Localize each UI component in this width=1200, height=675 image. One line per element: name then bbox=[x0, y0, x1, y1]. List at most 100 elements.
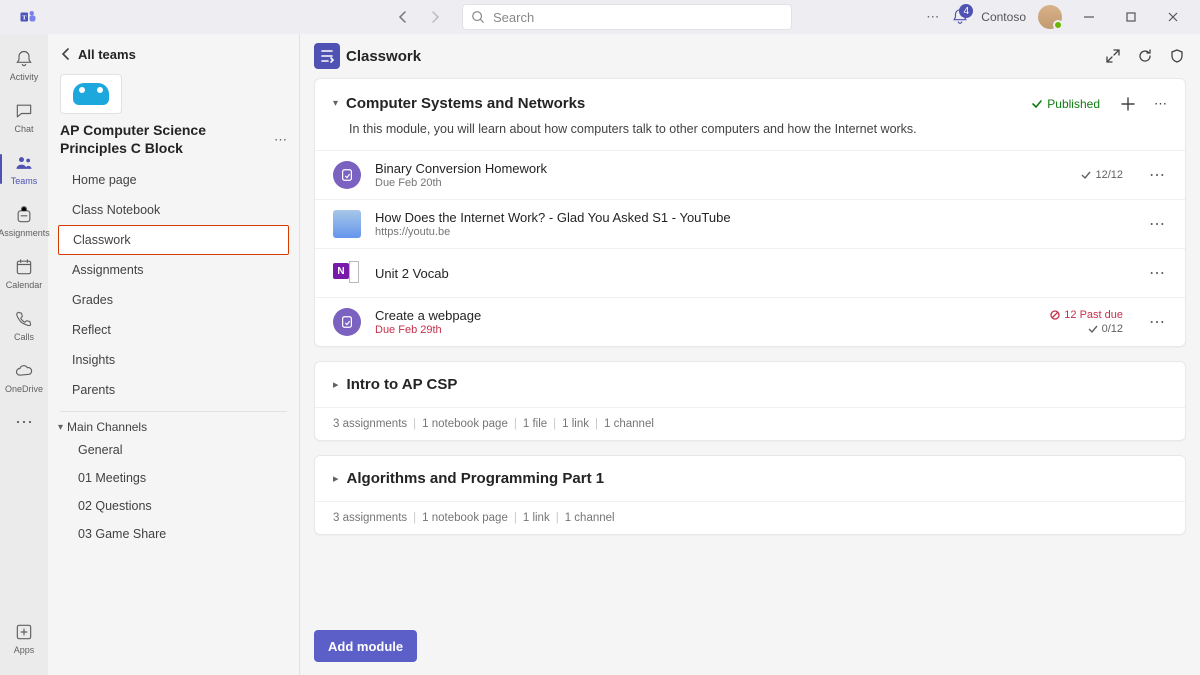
module-add-button[interactable] bbox=[1120, 96, 1136, 112]
checkmark-icon bbox=[1031, 98, 1043, 110]
chevron-down-icon[interactable]: ▾ bbox=[333, 98, 338, 109]
plus-icon bbox=[1120, 96, 1136, 112]
chevron-right-icon bbox=[429, 11, 441, 23]
chat-icon bbox=[14, 101, 34, 121]
turned-in-count: 0/12 bbox=[1088, 323, 1123, 335]
titlebar-more-button[interactable]: ⋯ bbox=[926, 9, 939, 25]
module-description: In this module, you will learn about how… bbox=[315, 118, 1185, 150]
rail-calendar[interactable]: Calendar bbox=[0, 248, 48, 298]
notification-badge: 4 bbox=[959, 4, 973, 18]
chevron-left-icon bbox=[60, 48, 72, 60]
team-avatar bbox=[60, 74, 122, 114]
classwork-app-icon bbox=[314, 43, 340, 69]
refresh-button[interactable] bbox=[1136, 47, 1154, 65]
video-thumbnail-icon bbox=[333, 210, 361, 238]
rail-activity[interactable]: Activity bbox=[0, 40, 48, 90]
published-status: Published bbox=[1031, 97, 1100, 111]
channels-section-header[interactable]: ▾ Main Channels bbox=[48, 418, 299, 436]
search-input[interactable]: Search bbox=[462, 4, 792, 30]
channel-03-game-share[interactable]: 03 Game Share bbox=[48, 520, 299, 548]
module-summary: 3 assignments|1 notebook page|1 link|1 c… bbox=[315, 501, 1185, 534]
nav-home-page[interactable]: Home page bbox=[48, 165, 299, 195]
channel-02-questions[interactable]: 02 Questions bbox=[48, 492, 299, 520]
nav-forward-button[interactable] bbox=[422, 4, 448, 30]
shield-icon bbox=[1169, 48, 1185, 64]
module-expanded: ▾ Computer Systems and Networks Publishe… bbox=[314, 78, 1186, 347]
nav-parents[interactable]: Parents bbox=[48, 375, 299, 405]
window-close-button[interactable] bbox=[1158, 4, 1188, 30]
svg-text:T: T bbox=[22, 14, 27, 21]
chevron-down-icon: ▾ bbox=[58, 422, 63, 433]
calendar-icon bbox=[14, 257, 34, 277]
rail-assignments[interactable]: Assignments bbox=[0, 196, 48, 246]
expand-icon bbox=[1105, 48, 1121, 64]
rail-teams[interactable]: Teams bbox=[0, 144, 48, 194]
app-logo: T bbox=[6, 8, 50, 26]
presence-available-icon bbox=[1053, 20, 1063, 30]
resource-youtube-link[interactable]: How Does the Internet Work? - Glad You A… bbox=[315, 199, 1185, 248]
teams-logo-icon: T bbox=[19, 8, 37, 26]
module-toggle[interactable]: ▸ Intro to AP CSP bbox=[315, 362, 1185, 407]
nav-grades[interactable]: Grades bbox=[48, 285, 299, 315]
page-title: Classwork bbox=[346, 48, 421, 65]
assignment-icon bbox=[333, 161, 361, 189]
shield-button[interactable] bbox=[1168, 47, 1186, 65]
apps-icon bbox=[14, 622, 34, 642]
window-minimize-button[interactable] bbox=[1074, 4, 1104, 30]
assignment-icon bbox=[333, 308, 361, 336]
resource-more-button[interactable]: ⋯ bbox=[1147, 263, 1167, 283]
add-module-button[interactable]: Add module bbox=[314, 630, 417, 662]
chevron-right-icon: ▸ bbox=[333, 378, 339, 391]
rail-more-button[interactable]: ⋯ bbox=[15, 406, 33, 438]
channel-01-meetings[interactable]: 01 Meetings bbox=[48, 464, 299, 492]
team-name: AP Computer Science Principles C Block bbox=[60, 122, 268, 157]
rail-apps[interactable]: Apps bbox=[0, 613, 48, 663]
rail-chat[interactable]: Chat bbox=[0, 92, 48, 142]
nav-reflect[interactable]: Reflect bbox=[48, 315, 299, 345]
module-toggle[interactable]: ▸ Algorithms and Programming Part 1 bbox=[315, 456, 1185, 501]
search-placeholder: Search bbox=[493, 10, 534, 25]
resource-unit-2-vocab[interactable]: N Unit 2 Vocab ⋯ bbox=[315, 248, 1185, 297]
game-controller-icon bbox=[73, 83, 109, 105]
org-label: Contoso bbox=[981, 10, 1026, 24]
checkmark-icon bbox=[1088, 324, 1098, 334]
module-more-button[interactable]: ⋯ bbox=[1154, 96, 1167, 112]
expand-button[interactable] bbox=[1104, 47, 1122, 65]
resource-binary-conversion[interactable]: Binary Conversion Homework Due Feb 20th … bbox=[315, 150, 1185, 199]
past-due-badge: 12 Past due bbox=[1050, 309, 1123, 321]
rail-onedrive[interactable]: OneDrive bbox=[0, 352, 48, 402]
module-title: Computer Systems and Networks bbox=[346, 95, 1023, 112]
backpack-icon bbox=[14, 205, 34, 225]
team-more-button[interactable]: ⋯ bbox=[274, 132, 287, 148]
nav-insights[interactable]: Insights bbox=[48, 345, 299, 375]
people-icon bbox=[14, 153, 34, 173]
refresh-icon bbox=[1137, 48, 1153, 64]
back-all-teams[interactable]: All teams bbox=[48, 34, 299, 74]
app-rail: Activity Chat Teams Assignments Calendar… bbox=[0, 34, 48, 675]
nav-back-button[interactable] bbox=[390, 4, 416, 30]
nav-classwork[interactable]: Classwork bbox=[58, 225, 289, 255]
checkmark-icon bbox=[1081, 170, 1091, 180]
phone-icon bbox=[14, 309, 34, 329]
prohibit-icon bbox=[1050, 310, 1060, 320]
resource-create-webpage[interactable]: Create a webpage Due Feb 29th 12 Past du… bbox=[315, 297, 1185, 346]
channel-panel: All teams AP Computer Science Principles… bbox=[48, 34, 300, 675]
resource-more-button[interactable]: ⋯ bbox=[1147, 165, 1167, 185]
chevron-right-icon: ▸ bbox=[333, 472, 339, 485]
module-collapsed-intro: ▸ Intro to AP CSP 3 assignments|1 notebo… bbox=[314, 361, 1186, 441]
channel-general[interactable]: General bbox=[48, 436, 299, 464]
nav-assignments[interactable]: Assignments bbox=[48, 255, 299, 285]
search-icon bbox=[471, 10, 485, 24]
user-avatar[interactable] bbox=[1038, 5, 1062, 29]
rail-calls[interactable]: Calls bbox=[0, 300, 48, 350]
module-summary: 3 assignments|1 notebook page|1 file|1 l… bbox=[315, 407, 1185, 440]
title-bar: T Search ⋯ 4 Contoso bbox=[0, 0, 1200, 34]
nav-class-notebook[interactable]: Class Notebook bbox=[48, 195, 299, 225]
resource-more-button[interactable]: ⋯ bbox=[1147, 312, 1167, 332]
bell-icon bbox=[14, 49, 34, 69]
window-maximize-button[interactable] bbox=[1116, 4, 1146, 30]
resource-more-button[interactable]: ⋯ bbox=[1147, 214, 1167, 234]
main-area: Classwork ▾ Computer Systems and Network… bbox=[300, 34, 1200, 675]
notifications-button[interactable]: 4 bbox=[951, 8, 969, 26]
module-collapsed-algorithms: ▸ Algorithms and Programming Part 1 3 as… bbox=[314, 455, 1186, 535]
